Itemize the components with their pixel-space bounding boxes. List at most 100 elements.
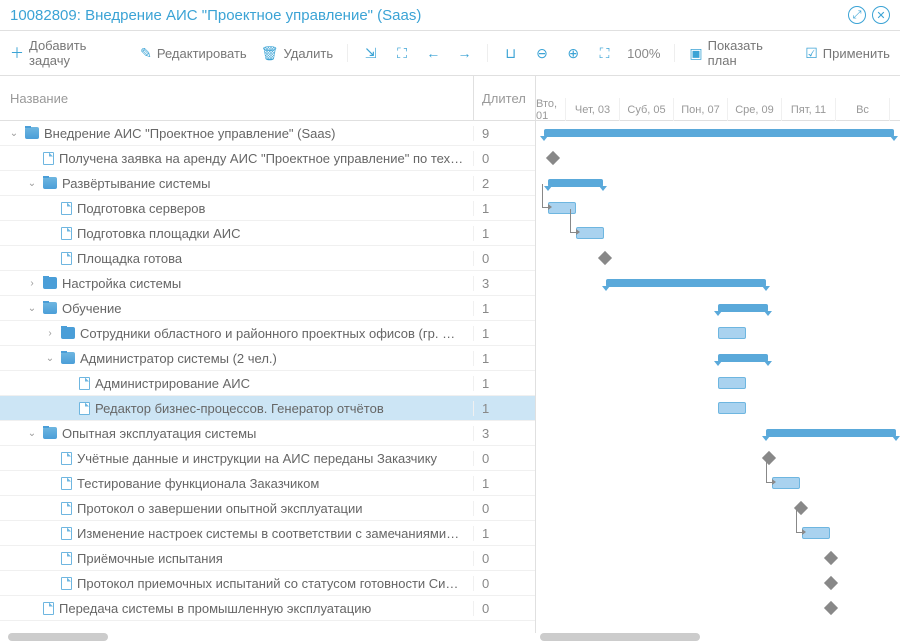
document-icon xyxy=(61,477,72,490)
row-label: Получена заявка на аренду АИС "Проектное… xyxy=(59,151,463,166)
arrow-left-icon[interactable]: ← xyxy=(425,44,442,62)
table-header: Название Длител xyxy=(0,76,535,121)
edit-button[interactable]: ✎Редактировать xyxy=(140,45,247,62)
table-row[interactable]: ⌄Опытная эксплуатация системы3 xyxy=(0,421,535,446)
expand-icon[interactable]: ⤢ xyxy=(848,6,866,24)
folder-icon xyxy=(43,302,57,314)
column-name[interactable]: Название xyxy=(0,91,473,106)
folder-icon xyxy=(43,177,57,189)
pencil-icon: ✎ xyxy=(140,45,152,62)
horizontal-scrollbar-right[interactable] xyxy=(540,633,700,641)
delete-button[interactable]: 🗑Удалить xyxy=(261,45,333,62)
table-row[interactable]: Учётные данные и инструкции на АИС перед… xyxy=(0,446,535,471)
row-label: Подготовка площадки АИС xyxy=(77,226,241,241)
table-row[interactable]: Редактор бизнес-процессов. Генератор отч… xyxy=(0,396,535,421)
expand-toggle[interactable]: › xyxy=(26,278,38,289)
collapse-toggle[interactable]: ⌄ xyxy=(8,128,20,139)
row-duration: 1 xyxy=(473,226,535,241)
gantt-task-bar[interactable] xyxy=(718,327,746,339)
gantt-task-bar[interactable] xyxy=(718,377,746,389)
gantt-task-bar[interactable] xyxy=(772,477,800,489)
gantt-summary-bar[interactable] xyxy=(544,129,894,137)
gantt-milestone[interactable] xyxy=(598,251,612,265)
plus-icon: ＋ xyxy=(10,43,24,63)
row-duration: 0 xyxy=(473,251,535,266)
close-icon[interactable]: ✕ xyxy=(872,6,890,24)
folder-icon xyxy=(43,277,57,289)
table-row[interactable]: Площадка готова 0 xyxy=(0,246,535,271)
zoom-fit-icon[interactable]: ⊔ xyxy=(502,44,519,62)
document-icon xyxy=(43,602,54,615)
row-label: Площадка готова xyxy=(77,251,182,266)
gantt-task-bar[interactable] xyxy=(802,527,830,539)
table-row[interactable]: Подготовка серверов1 xyxy=(0,196,535,221)
row-duration: 1 xyxy=(473,401,535,416)
timeline-col: Вто, 01 xyxy=(536,98,566,121)
zoom-out-icon[interactable]: ⊖ xyxy=(533,44,550,62)
zoom-in-icon[interactable]: ⊕ xyxy=(565,44,582,62)
collapse-toggle[interactable]: ⌄ xyxy=(26,178,38,189)
expand-all-icon[interactable]: ⛶ xyxy=(393,44,410,62)
column-duration[interactable]: Длител xyxy=(473,76,535,120)
table-row[interactable]: ⌄ Внедрение АИС "Проектное управление" (S… xyxy=(0,121,535,146)
table-row[interactable]: Администрирование АИС1 xyxy=(0,371,535,396)
row-label: Приёмочные испытания xyxy=(77,551,223,566)
timeline-col: Суб, 05 xyxy=(620,98,674,121)
row-label: Внедрение АИС "Проектное управление" (Sa… xyxy=(44,126,335,141)
table-row[interactable]: Протокол приемочных испытаний со статусо… xyxy=(0,571,535,596)
expand-toggle[interactable]: › xyxy=(44,328,56,339)
table-row[interactable]: Тестирование функционала Заказчиком1 xyxy=(0,471,535,496)
gantt-task-bar[interactable] xyxy=(718,402,746,414)
row-duration: 1 xyxy=(473,526,535,541)
row-duration: 0 xyxy=(473,151,535,166)
table-row[interactable]: ⌄Обучение1 xyxy=(0,296,535,321)
document-icon xyxy=(61,202,72,215)
row-duration: 1 xyxy=(473,476,535,491)
row-label: Администрирование АИС xyxy=(95,376,250,391)
table-row[interactable]: ›Сотрудники областного и районного проек… xyxy=(0,321,535,346)
table-row[interactable]: Приёмочные испытания0 xyxy=(0,546,535,571)
document-icon xyxy=(43,152,54,165)
zoom-reset-icon[interactable]: ⛶ xyxy=(596,44,613,62)
table-row[interactable]: ›Настройка системы3 xyxy=(0,271,535,296)
table-row[interactable]: Получена заявка на аренду АИС "Проектное… xyxy=(0,146,535,171)
row-duration: 0 xyxy=(473,501,535,516)
collapse-toggle[interactable]: ⌄ xyxy=(26,303,38,314)
timeline-col: Чет, 03 xyxy=(566,98,620,121)
table-row[interactable]: Изменение настроек системы в соответстви… xyxy=(0,521,535,546)
folder-icon xyxy=(43,427,57,439)
gantt-milestone[interactable] xyxy=(824,576,838,590)
row-duration: 0 xyxy=(473,601,535,616)
row-duration: 3 xyxy=(473,276,535,291)
gantt-milestone[interactable] xyxy=(824,601,838,615)
collapse-toggle[interactable]: ⌄ xyxy=(26,428,38,439)
table-row[interactable]: Протокол о завершении опытной эксплуатац… xyxy=(0,496,535,521)
collapse-toggle[interactable]: ⌄ xyxy=(44,353,56,364)
gantt-milestone[interactable] xyxy=(824,551,838,565)
row-label: Редактор бизнес-процессов. Генератор отч… xyxy=(95,401,384,416)
document-icon xyxy=(61,577,72,590)
show-plan-button[interactable]: ▣Показать план xyxy=(689,38,791,68)
gantt-summary-bar[interactable] xyxy=(606,279,766,287)
gantt-summary-bar[interactable] xyxy=(718,304,768,312)
arrow-right-icon[interactable]: → xyxy=(456,44,473,62)
folder-icon xyxy=(61,352,75,364)
gantt-summary-bar[interactable] xyxy=(718,354,768,362)
document-icon xyxy=(79,377,90,390)
gantt-summary-bar[interactable] xyxy=(548,179,603,187)
add-task-button[interactable]: ＋Добавить задачу xyxy=(10,38,126,68)
collapse-icon[interactable]: ⇲ xyxy=(362,44,379,62)
table-row[interactable]: Передача системы в промышленную эксплуат… xyxy=(0,596,535,621)
zoom-level: 100% xyxy=(627,46,660,61)
row-label: Администратор системы (2 чел.) xyxy=(80,351,277,366)
gantt-summary-bar[interactable] xyxy=(766,429,896,437)
table-row[interactable]: ⌄Развёртывание системы2 xyxy=(0,171,535,196)
table-row[interactable]: ⌄Администратор системы (2 чел.)1 xyxy=(0,346,535,371)
table-row[interactable]: Подготовка площадки АИС 1 xyxy=(0,221,535,246)
row-duration: 1 xyxy=(473,301,535,316)
gantt-task-bar[interactable] xyxy=(576,227,604,239)
gantt-milestone[interactable] xyxy=(546,151,560,165)
horizontal-scrollbar-left[interactable] xyxy=(8,633,108,641)
row-duration: 3 xyxy=(473,426,535,441)
apply-button[interactable]: ☑Применить xyxy=(805,45,890,62)
